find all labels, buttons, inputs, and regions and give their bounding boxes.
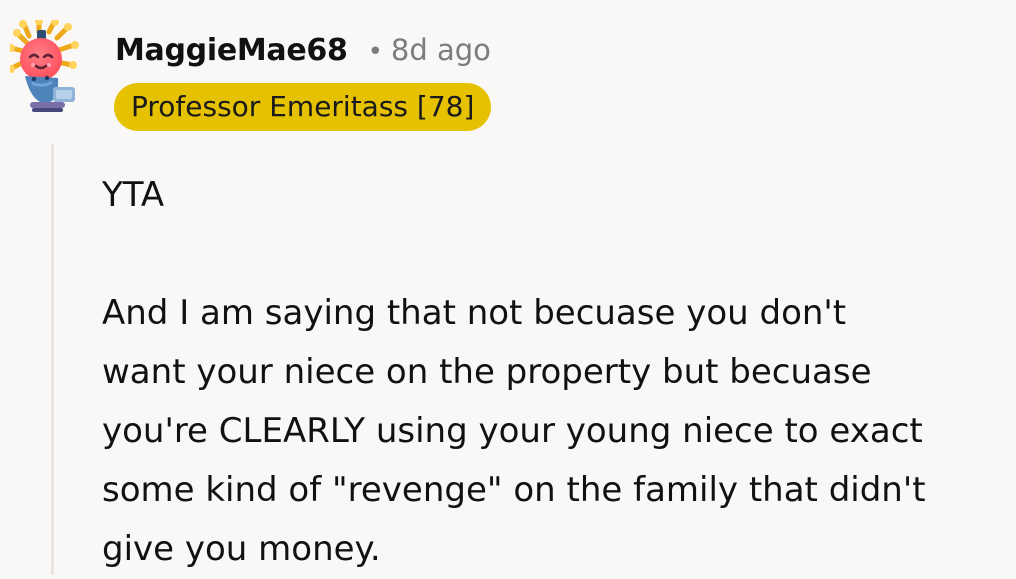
comment-timestamp[interactable]: 8d ago <box>391 33 491 67</box>
thread-line[interactable] <box>51 144 54 575</box>
metadata-separator: • <box>367 37 383 67</box>
avatar-icon[interactable] <box>7 17 98 114</box>
comment-body: YTA And I am saying that not becuase you… <box>102 166 1007 579</box>
rainbow-octopus-avatar-icon <box>7 17 79 112</box>
comment-paragraph-main: And I am saying that not becuase you don… <box>102 293 926 569</box>
author-username[interactable]: MaggieMae68 <box>115 33 348 68</box>
comment-card: MaggieMae68 • 8d ago Professor Emeritass… <box>0 0 1016 575</box>
user-flair: Professor Emeritass [78] <box>114 83 492 131</box>
comment-paragraph-verdict: YTA <box>102 175 165 215</box>
comment-header: MaggieMae68 • 8d ago <box>115 33 491 68</box>
